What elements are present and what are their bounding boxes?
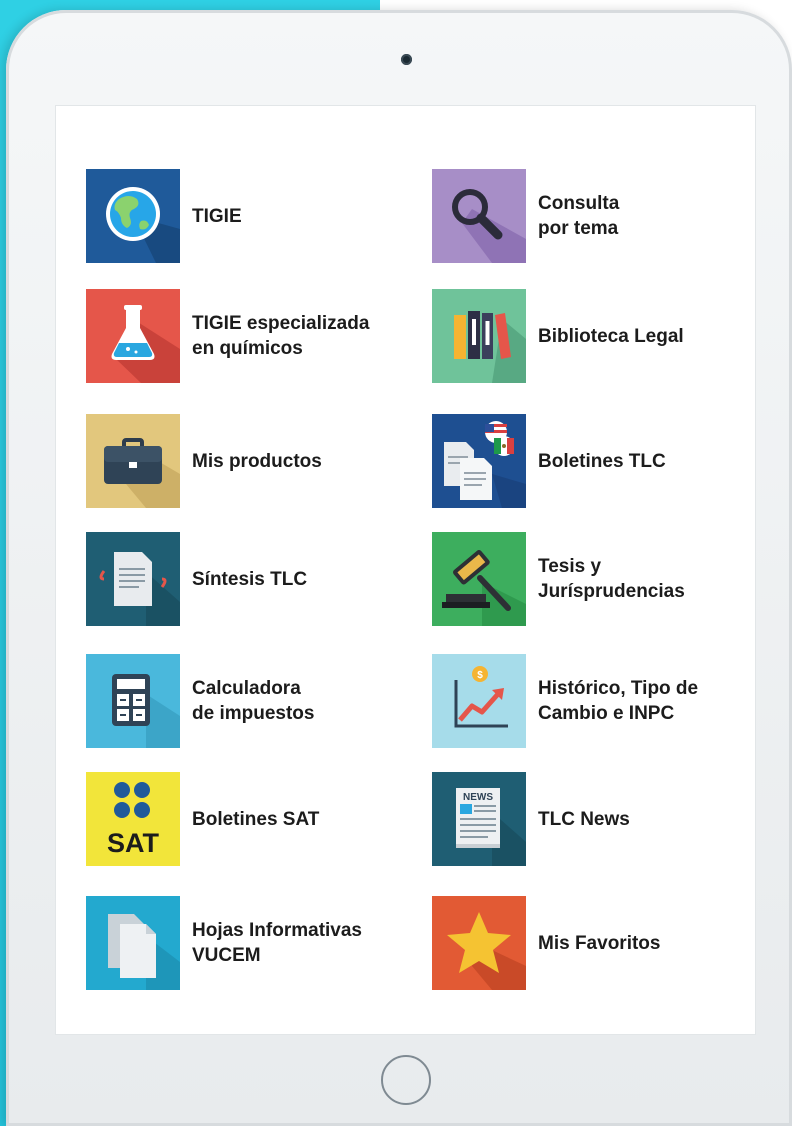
app-historico-tipo-cambio[interactable]: $ Histórico, Tipo de Cambio e INPC <box>432 654 698 748</box>
app-calculadora-impuestos[interactable]: Calculadora de impuestos <box>86 654 314 748</box>
app-sintesis-tlc[interactable]: Síntesis TLC <box>86 532 307 626</box>
app-mis-productos[interactable]: Mis productos <box>86 414 322 508</box>
app-label: Síntesis TLC <box>192 568 308 590</box>
calculator-icon <box>86 654 180 748</box>
app-label: Histórico, Tipo de Cambio e INPC <box>538 678 699 724</box>
app-label: Biblioteca Legal <box>538 325 684 347</box>
documents-flags-icon <box>432 414 526 508</box>
app-mis-favoritos[interactable]: Mis Favoritos <box>432 896 660 990</box>
app-label: TLC News <box>538 808 630 830</box>
tablet-screen: TIGIE Consulta por tema TIGIE especializ… <box>56 106 755 1034</box>
app-label: TIGIE especializada en químicos <box>192 313 370 359</box>
app-label: TIGIE <box>192 205 242 227</box>
app-label: Hojas Informativas VUCEM <box>192 920 362 966</box>
svg-text:$: $ <box>477 670 483 681</box>
app-tesis-jurisprudencias[interactable]: Tesis y Jurísprudencias <box>432 532 685 626</box>
briefcase-icon <box>86 414 180 508</box>
app-label: Boletines SAT <box>192 808 320 830</box>
app-label: Calculadora de impuestos <box>192 678 315 724</box>
app-label: Consulta por tema <box>538 193 620 239</box>
app-biblioteca-legal[interactable]: Biblioteca Legal <box>432 289 684 383</box>
magnifier-icon <box>432 169 526 263</box>
app-boletines-tlc[interactable]: Boletines TLC <box>432 414 666 508</box>
flask-icon <box>86 289 180 383</box>
app-hojas-informativas[interactable]: Hojas Informativas VUCEM <box>86 896 362 990</box>
app-label: Tesis y Jurísprudencias <box>538 556 685 602</box>
chart-coin-icon: $ <box>432 654 526 748</box>
app-tlc-news[interactable]: NEWS TLC News <box>432 772 630 866</box>
app-consulta-por-tema[interactable]: Consulta por tema <box>432 169 619 263</box>
news-logo-text: NEWS <box>463 792 493 803</box>
sat-logo-text: SAT <box>107 828 160 858</box>
app-label: Mis Favoritos <box>538 932 661 954</box>
gavel-icon <box>432 532 526 626</box>
books-icon <box>432 289 526 383</box>
camera-icon <box>401 54 412 65</box>
home-button[interactable] <box>381 1055 431 1105</box>
pages-icon <box>86 896 180 990</box>
app-boletines-sat[interactable]: SAT Boletines SAT <box>86 772 319 866</box>
app-label: Boletines TLC <box>538 450 666 472</box>
document-icon <box>86 532 180 626</box>
app-tigie-quimicos[interactable]: TIGIE especializada en químicos <box>86 289 369 383</box>
newspaper-icon: NEWS <box>432 772 526 866</box>
star-icon <box>432 896 526 990</box>
globe-icon <box>86 169 180 263</box>
app-label: Mis productos <box>192 450 322 472</box>
sat-logo-icon: SAT <box>86 772 180 866</box>
app-tigie[interactable]: TIGIE <box>86 169 242 263</box>
